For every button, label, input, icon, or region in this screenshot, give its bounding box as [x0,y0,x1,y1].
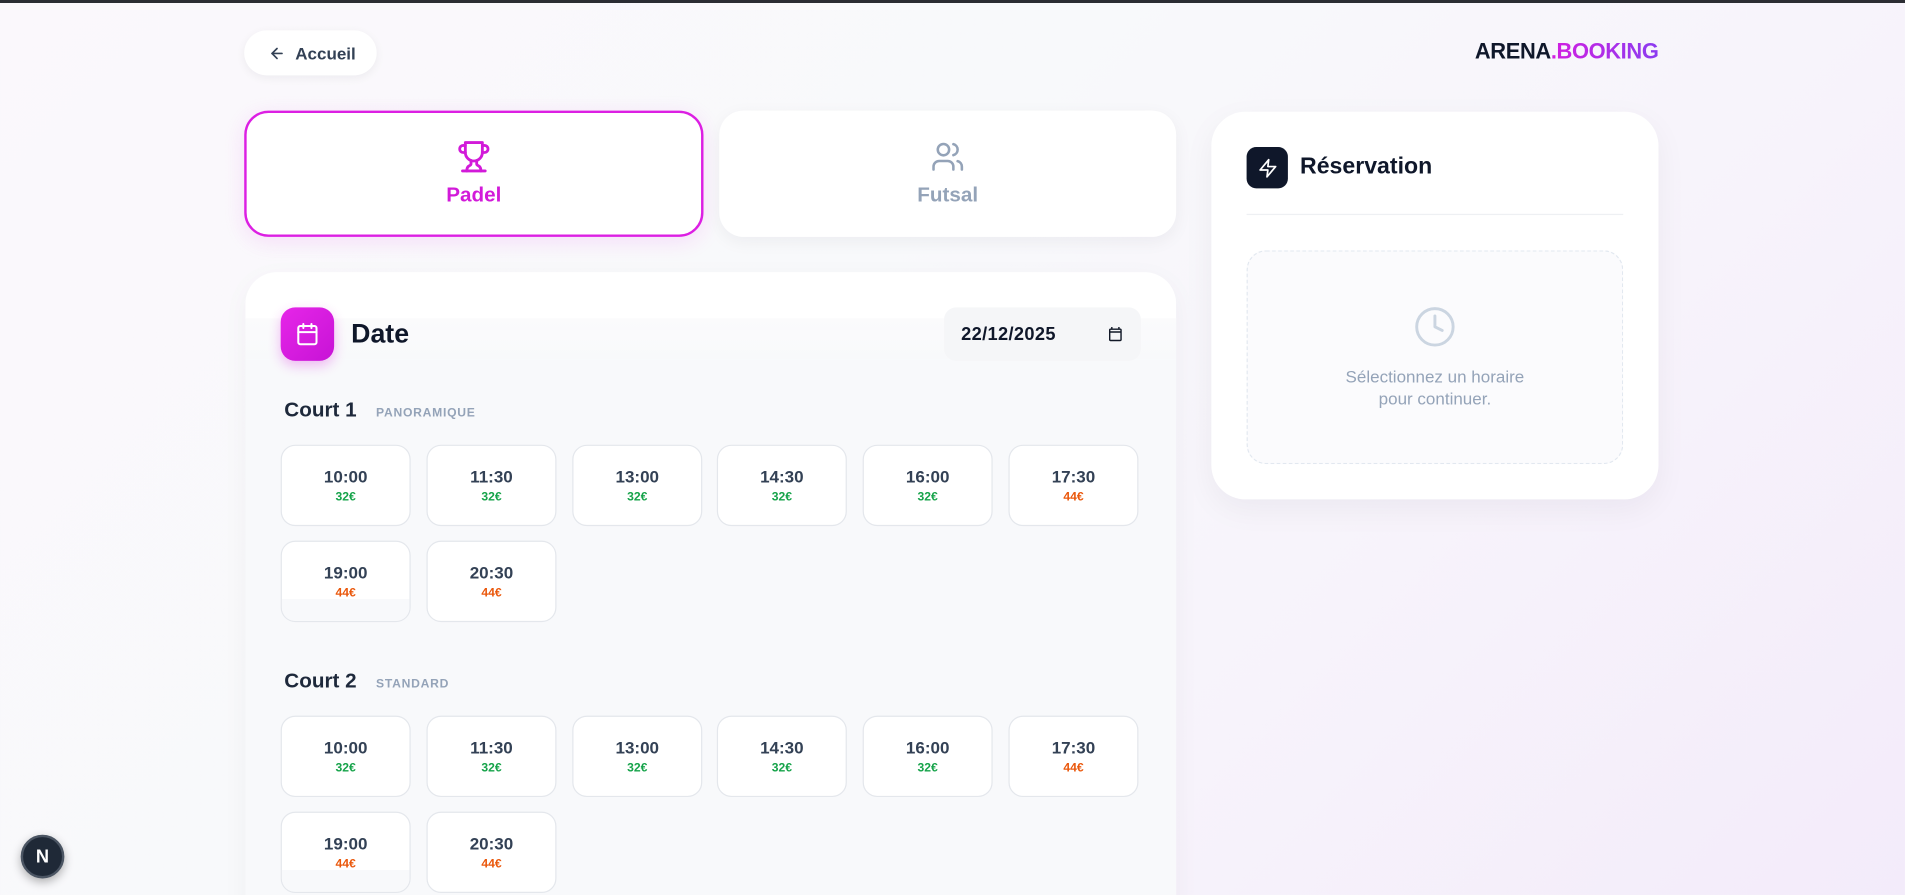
time-slot-time: 14:30 [760,737,804,757]
time-slot[interactable]: 19:00 44€ [280,811,411,894]
back-home-label: Accueil [295,43,356,63]
time-slot-price: 44€ [335,586,356,601]
time-slot[interactable]: 17:30 44€ [1008,444,1139,527]
time-slot-time: 16:00 [905,466,950,486]
court-title: Court 2 [284,669,357,693]
arrow-left-icon [271,47,283,59]
court-title: Court 1 [284,398,357,422]
court-header: Court 2 STANDARD [284,669,449,693]
time-slot-price: 32€ [917,761,938,776]
time-slot-time: 11:30 [470,466,513,486]
time-slot-time: 16:00 [905,737,950,757]
empty-state-message: Sélectionnez un horaire pour continuer. [1345,366,1525,409]
time-slot-time: 19:00 [323,562,368,582]
brand-part2: .BOOKING [1550,38,1659,64]
divider [1246,213,1624,216]
time-slot-time: 20:30 [469,562,514,582]
time-slot-time: 10:00 [323,737,368,757]
time-slot[interactable]: 19:00 44€ [280,540,411,623]
date-section-title: Date [351,318,410,349]
time-slot-price: 32€ [771,490,792,505]
time-slot-price: 32€ [481,761,502,776]
time-slot-time: 17:30 [1051,466,1096,486]
time-slot[interactable]: 10:00 32€ [280,444,411,527]
time-slot-price: 44€ [1063,761,1084,776]
date-input-value: 22/12/2025 [961,323,1056,345]
back-home-button[interactable]: Accueil [244,30,377,76]
reservation-title: Réservation [1300,154,1433,180]
time-slot-time: 20:30 [469,833,514,853]
time-slot-price: 32€ [335,761,356,776]
court-tag: PANORAMIQUE [376,407,476,421]
time-slot[interactable]: 13:00 32€ [572,444,703,527]
time-slot-price: 44€ [481,857,502,872]
court-header: Court 1 PANORAMIQUE [284,399,475,423]
calendar-icon [280,307,335,361]
time-slot-time: 17:30 [1051,737,1096,757]
time-slot[interactable]: 11:30 32€ [426,715,557,798]
time-slot-price: 32€ [627,761,648,776]
time-slot-time: 10:00 [323,466,368,486]
clock-icon [1415,307,1455,347]
time-slot-time: 13:00 [615,737,660,757]
time-slot[interactable]: 16:00 32€ [862,444,993,527]
time-slot-time: 11:30 [470,737,513,757]
time-slot[interactable]: 20:30 44€ [426,540,557,623]
time-slot-price: 32€ [335,490,356,505]
time-slot-price: 44€ [481,586,502,601]
time-slot[interactable]: 20:30 44€ [426,811,557,894]
time-slot[interactable]: 17:30 44€ [1008,715,1139,798]
time-slot-price: 32€ [771,761,792,776]
dev-tools-badge-label: N [35,846,50,867]
lightning-icon [1246,147,1288,189]
reservation-panel: Réservation Sélectionnez un horaire pour… [1211,111,1659,500]
date-input[interactable]: 22/12/2025 [944,307,1141,361]
time-slot-price: 44€ [1063,490,1084,505]
time-slot[interactable]: 13:00 32€ [572,715,703,798]
sport-tab-futsal[interactable]: Futsal [719,110,1177,237]
time-slot-time: 13:00 [615,466,660,486]
time-slot[interactable]: 14:30 32€ [716,715,847,798]
time-slot[interactable]: 16:00 32€ [862,715,993,798]
schedule-panel: Date 22/12/2025 Court 1 PANORAMIQUE 10:0… [245,272,1177,895]
brand-part1: ARENA [1474,38,1551,64]
time-slot-time: 19:00 [323,833,368,853]
trophy-icon [458,141,490,173]
court-tag: STANDARD [376,677,450,692]
time-slot-price: 32€ [917,490,938,505]
time-slot-price: 44€ [335,857,356,872]
users-icon [932,142,964,171]
time-slot-price: 32€ [481,490,502,505]
time-slot-time: 14:30 [760,466,804,486]
time-slot[interactable]: 14:30 32€ [716,444,847,527]
page: Accueil ARENA .BOOKING Padel Futsal Date [0,0,1905,895]
sport-tab-padel-label: Padel [446,183,502,207]
time-slot[interactable]: 10:00 32€ [280,715,411,798]
sport-tab-futsal-label: Futsal [917,183,979,207]
dev-tools-badge[interactable]: N [20,834,65,879]
time-slot[interactable]: 11:30 32€ [426,444,557,527]
reservation-empty-state: Sélectionnez un horaire pour continuer. [1246,250,1624,465]
calendar-picker-icon[interactable] [1107,326,1124,343]
brand-logo[interactable]: ARENA .BOOKING [1475,39,1659,65]
sport-tab-padel[interactable]: Padel [244,110,704,237]
time-slot-price: 32€ [627,490,648,505]
